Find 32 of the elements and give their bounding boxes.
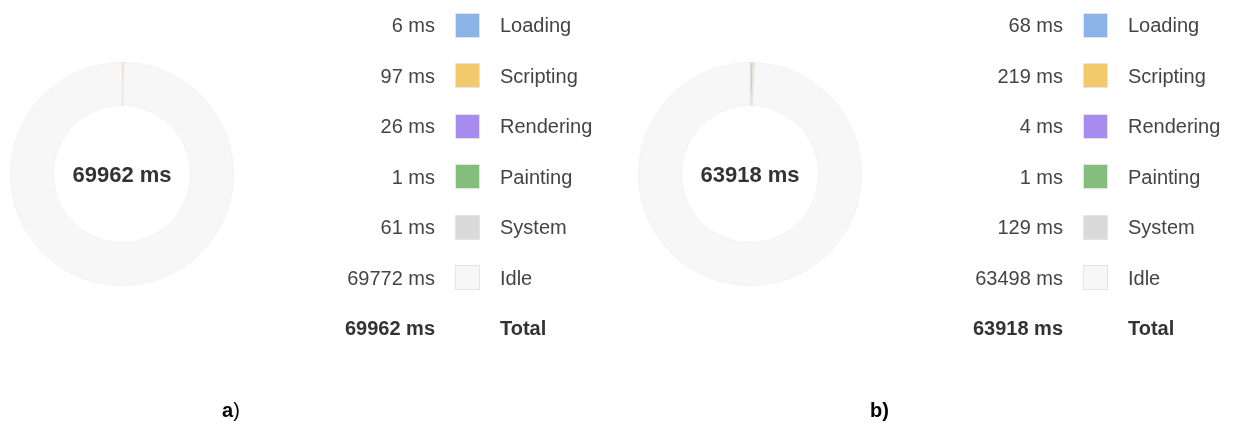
legend-label: Loading: [1128, 13, 1200, 39]
legend-label: Idle: [1128, 265, 1161, 291]
legend-label: Rendering: [500, 114, 593, 140]
legend-label: Painting: [500, 164, 573, 190]
legend-value: 6 ms: [390, 13, 435, 39]
panel-caption: a): [222, 399, 240, 421]
legend-value: 4 ms: [1018, 114, 1063, 140]
legend-value: 129 ms: [996, 215, 1063, 241]
legend-value: 1 ms: [1018, 164, 1063, 190]
legend-label: Painting: [1128, 164, 1201, 190]
donut-total: 63918 ms: [700, 160, 800, 189]
legend-label: Scripting: [500, 63, 578, 89]
legend-value: 69772 ms: [346, 265, 435, 291]
total-label: Total: [1128, 316, 1175, 341]
legend-label: Loading: [500, 13, 572, 39]
legend-label: Rendering: [1128, 114, 1221, 140]
legend-value: 68 ms: [1007, 13, 1063, 39]
total-label: Total: [500, 316, 547, 341]
legend-value: 26 ms: [379, 114, 435, 140]
legend-value: 1 ms: [390, 164, 435, 190]
legend-label: Scripting: [1128, 63, 1206, 89]
total-value: 69962 ms: [343, 316, 435, 341]
legend-value: 97 ms: [379, 63, 435, 89]
legend-value: 219 ms: [996, 63, 1063, 89]
legend-value: 63498 ms: [974, 265, 1063, 291]
legend-value: 61 ms: [379, 215, 435, 241]
total-value: 63918 ms: [971, 316, 1063, 341]
legend-label: System: [500, 215, 567, 241]
legend-label: System: [1128, 215, 1195, 241]
legend-label: Idle: [500, 265, 533, 291]
panel-caption: b): [870, 399, 889, 421]
donut-total: 69962 ms: [72, 160, 172, 189]
